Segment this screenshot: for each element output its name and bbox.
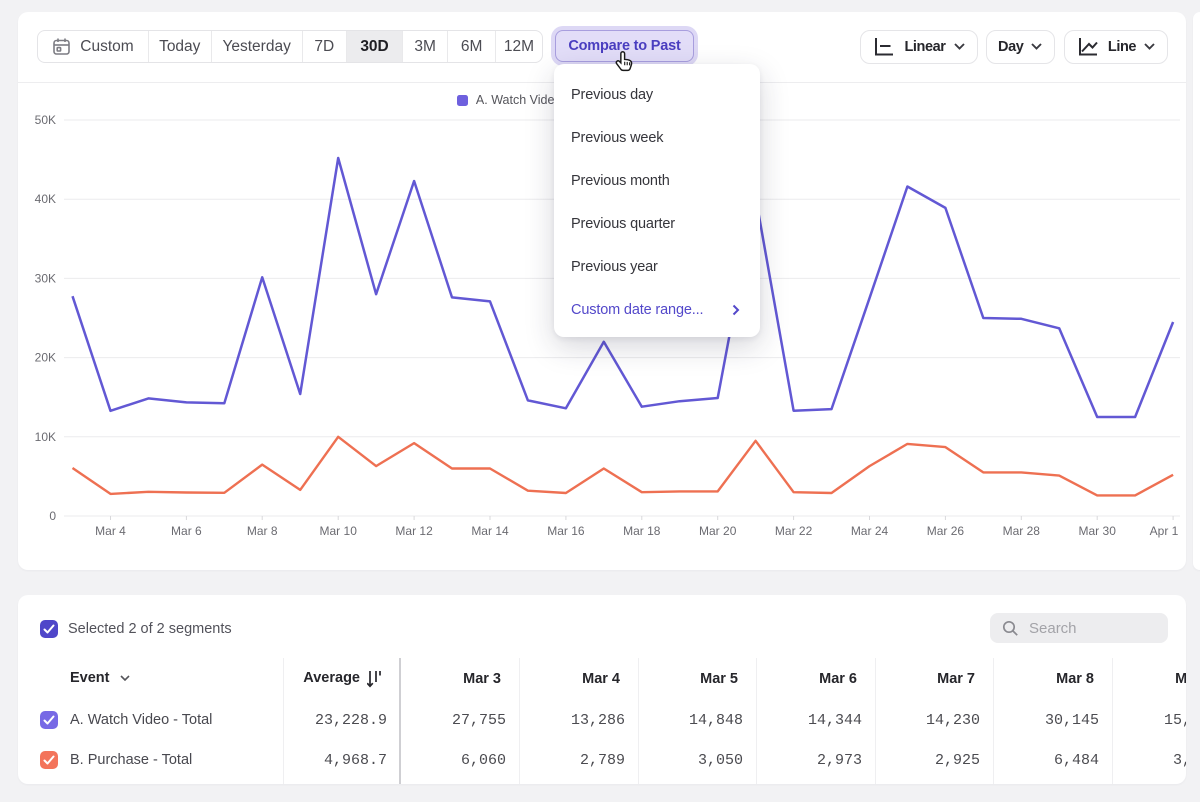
svg-text:30K: 30K — [35, 271, 56, 285]
svg-text:50K: 50K — [35, 113, 56, 127]
svg-text:Mar 4: Mar 4 — [95, 524, 126, 538]
svg-text:Mar 24: Mar 24 — [851, 524, 889, 538]
svg-text:40K: 40K — [35, 192, 56, 206]
svg-text:0: 0 — [49, 509, 56, 523]
svg-text:Mar 18: Mar 18 — [623, 524, 661, 538]
svg-text:10K: 10K — [35, 430, 56, 444]
svg-text:Mar 22: Mar 22 — [775, 524, 813, 538]
svg-text:Mar 20: Mar 20 — [699, 524, 737, 538]
svg-text:Apr 1: Apr 1 — [1150, 524, 1179, 538]
svg-text:Mar 30: Mar 30 — [1079, 524, 1117, 538]
svg-text:Mar 10: Mar 10 — [320, 524, 358, 538]
svg-text:Mar 16: Mar 16 — [547, 524, 585, 538]
svg-text:Mar 28: Mar 28 — [1003, 524, 1041, 538]
svg-text:Mar 12: Mar 12 — [395, 524, 433, 538]
svg-text:20K: 20K — [35, 351, 56, 365]
svg-text:Mar 26: Mar 26 — [927, 524, 965, 538]
svg-text:Mar 6: Mar 6 — [171, 524, 202, 538]
svg-text:Mar 8: Mar 8 — [247, 524, 278, 538]
svg-text:Mar 14: Mar 14 — [471, 524, 509, 538]
